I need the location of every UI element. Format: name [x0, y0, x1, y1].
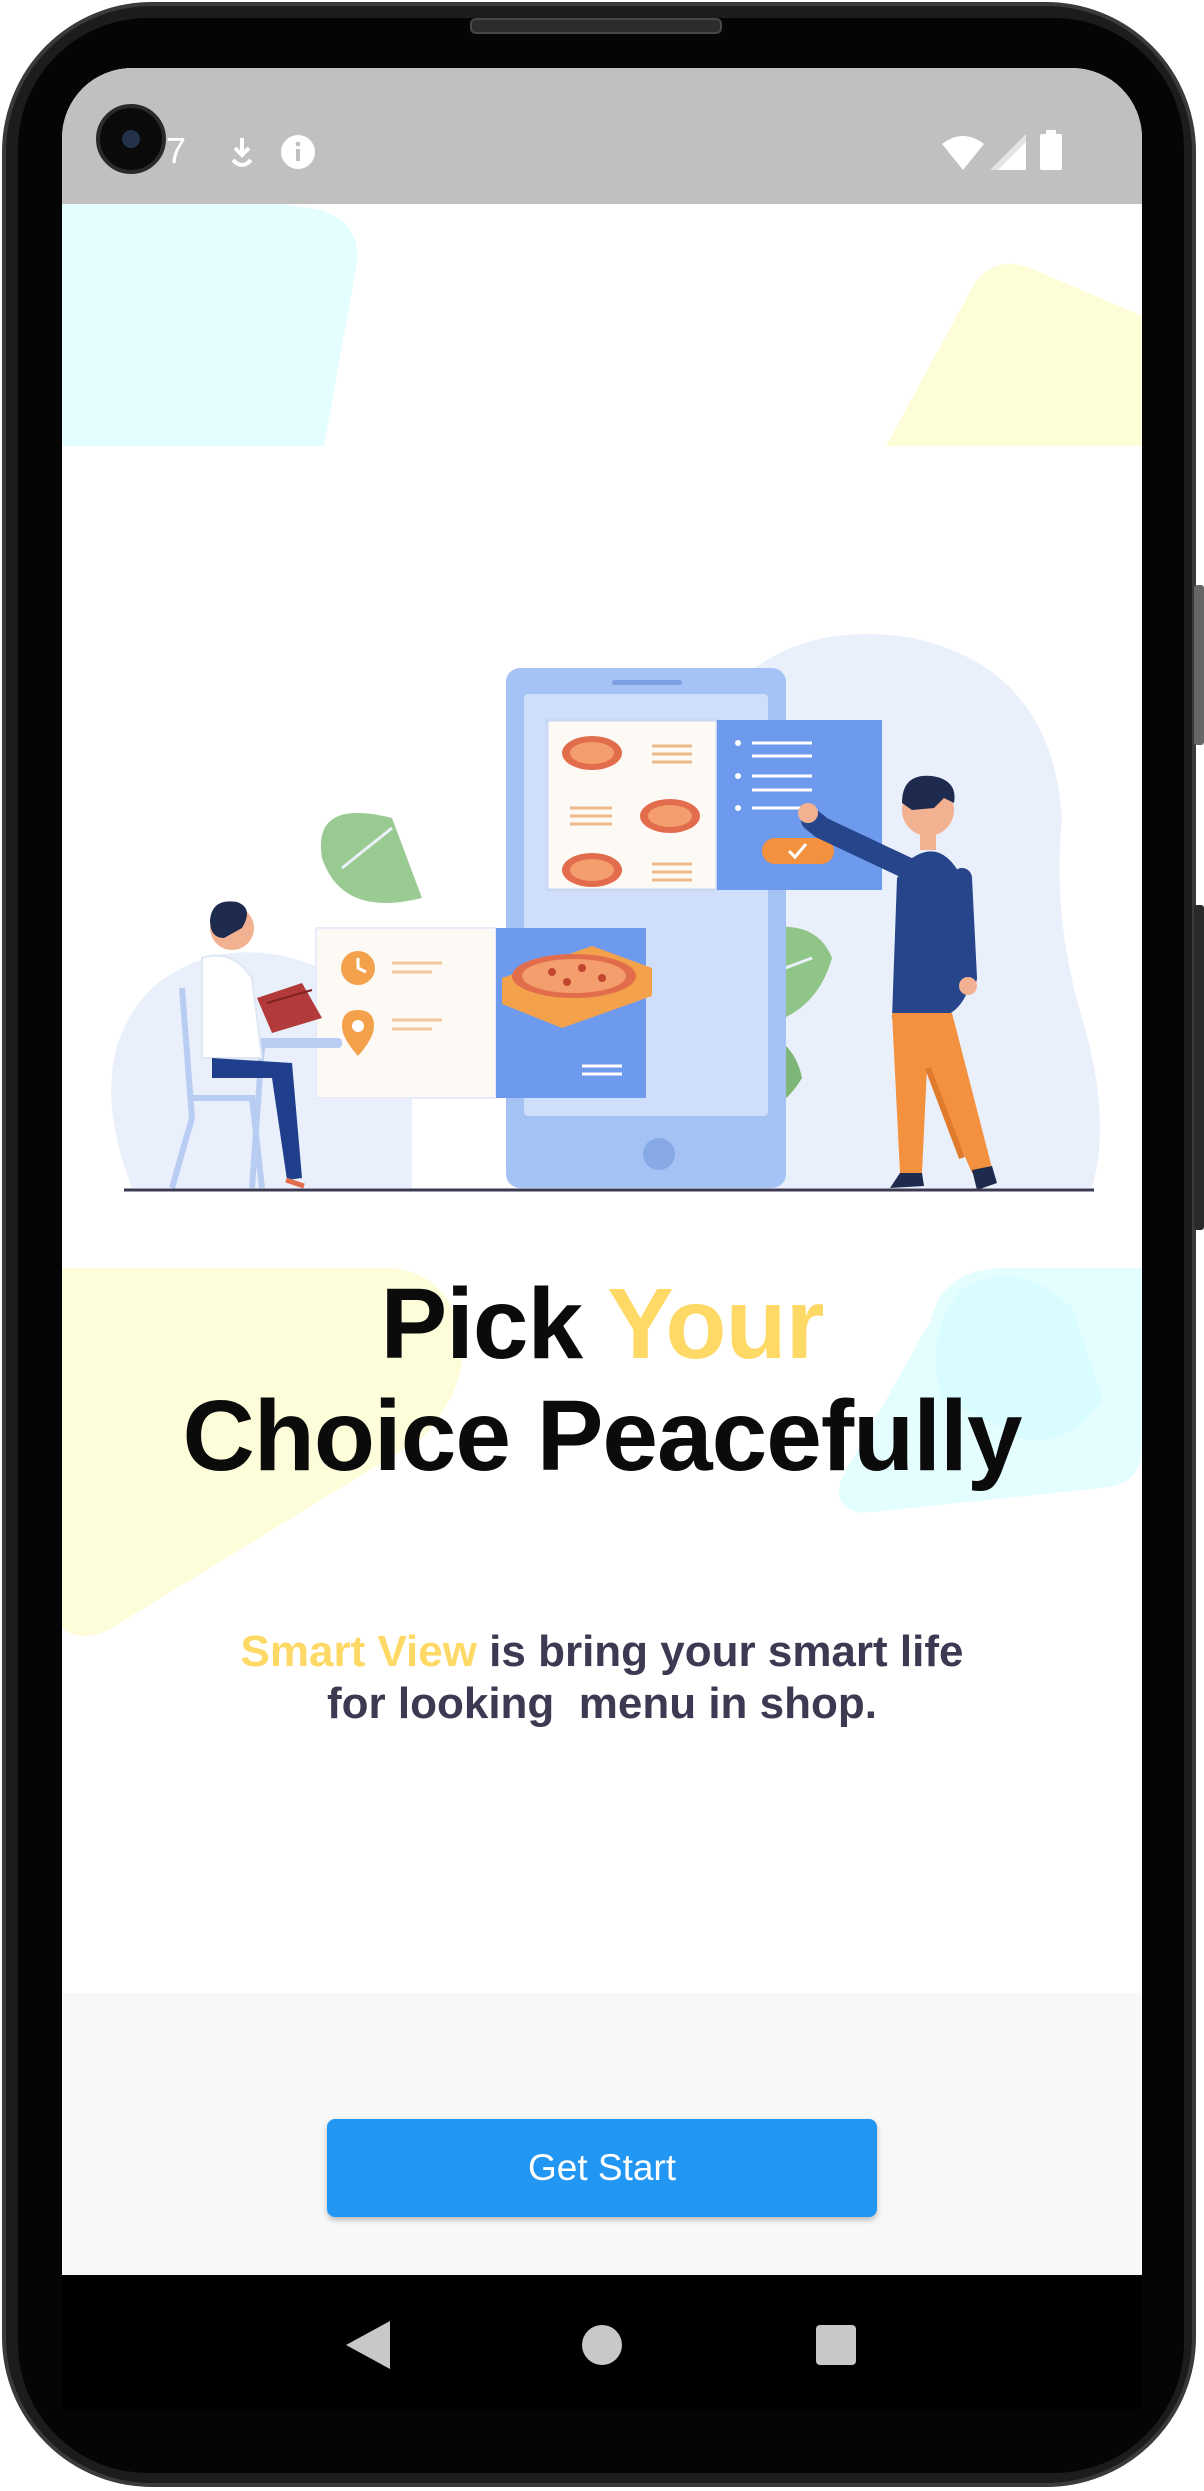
subtitle-line-1: Smart View is bring your smart life: [62, 1626, 1142, 1678]
get-start-button[interactable]: Get Start: [327, 2119, 877, 2217]
yellow-blob-top-right: [886, 263, 1142, 446]
info-icon: [281, 135, 315, 169]
app-screen: 7 Pick Your Choice Peacefully Smart View…: [62, 68, 1142, 2275]
subtitle-line-2: for looking menu in shop.: [327, 1679, 877, 1728]
title-line-2: Choice Peacefully: [182, 1380, 1023, 1492]
nav-back-button[interactable]: [328, 2305, 408, 2385]
cyan-blob-top-left: [62, 181, 358, 446]
system-navigation-bar: [62, 2275, 1142, 2409]
volume-button: [1194, 585, 1204, 745]
phone-device: 7 Pick Your Choice Peacefully Smart View…: [0, 0, 1204, 2491]
battery-icon: [1040, 130, 1062, 170]
front-camera: [96, 104, 166, 174]
power-button: [1194, 905, 1204, 1230]
home-icon: [582, 2325, 622, 2365]
title-line-1: Pick Your: [62, 1268, 1142, 1380]
title-accent-your: Your: [607, 1268, 824, 1380]
status-time: 7: [166, 130, 187, 171]
nav-recents-button[interactable]: [796, 2305, 876, 2385]
subtitle-line-1-text: is bring your smart life: [476, 1627, 964, 1676]
earpiece-speaker: [470, 18, 722, 34]
subtitle: Smart View is bring your smart life for …: [62, 1626, 1142, 1730]
nav-home-button[interactable]: [562, 2305, 642, 2385]
order-confirm-badge: [762, 838, 834, 864]
download-icon: [231, 138, 253, 167]
title-text-pick: Pick: [380, 1268, 608, 1380]
subtitle-brand-name: Smart View: [240, 1627, 477, 1676]
signal-icon: [990, 134, 1026, 170]
menu-illustration: [111, 634, 1100, 1192]
order-panel: [717, 720, 882, 890]
back-icon: [346, 2321, 390, 2369]
status-bar: 7: [62, 68, 1142, 204]
recents-icon: [816, 2325, 856, 2365]
delivery-info-card: [315, 927, 497, 1099]
leaf-left: [320, 813, 422, 903]
wifi-icon: [942, 136, 984, 170]
page-title: Pick Your Choice Peacefully: [62, 1268, 1142, 1492]
